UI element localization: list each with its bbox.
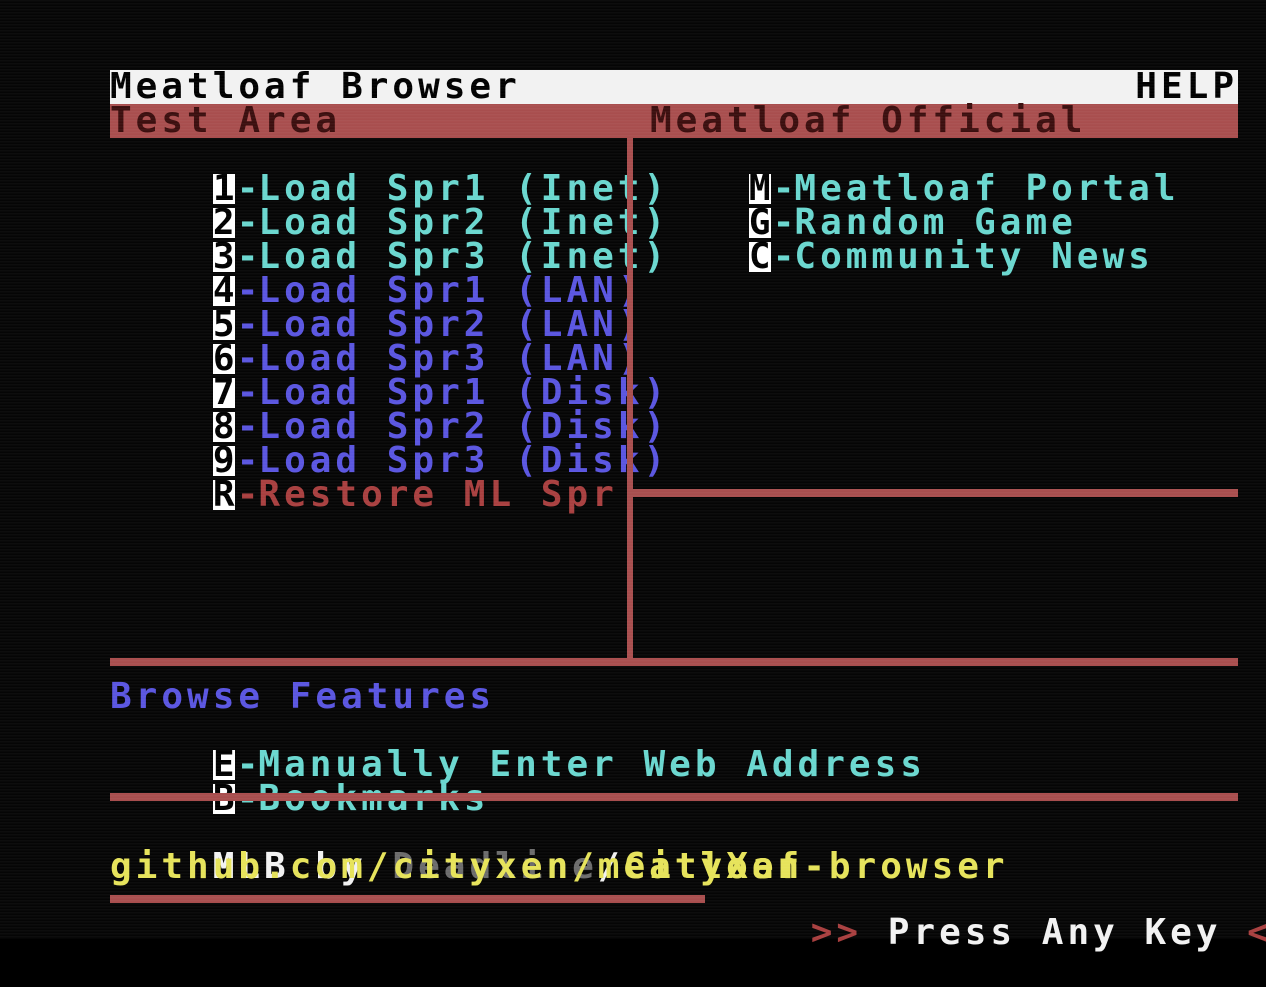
section-divider [110, 658, 1238, 666]
prompt-bar [110, 895, 705, 903]
menu-item-load-spr2-lan[interactable]: 5-Load Spr2 (LAN) [110, 274, 644, 343]
footer-divider [110, 793, 1238, 801]
arrows-left-icon: >> [810, 912, 863, 953]
menu-item-load-spr1-inet[interactable]: 1-Load Spr1 (Inet) [110, 138, 669, 207]
menu-item-bookmarks[interactable]: B-Bookmarks [110, 748, 489, 817]
panel-header-bar: Test Area Meatloaf Official [110, 100, 1238, 141]
menu-item-load-spr3-lan[interactable]: 6-Load Spr3 (LAN) [110, 308, 644, 377]
prompt-text: Press Any Key [862, 912, 1248, 953]
hotkey-c: C [748, 236, 771, 277]
press-any-key-prompt[interactable]: >> Press Any Key << [708, 882, 1266, 951]
menu-item-label: Community News [794, 236, 1154, 277]
right-panel-divider [633, 489, 1238, 497]
c64-screen: Meatloaf Browser HELP Test Area Meatloaf… [0, 0, 1266, 951]
hotkey-r: R [212, 474, 235, 515]
menu-item-load-spr3-disk[interactable]: 9-Load Spr3 (Disk) [110, 410, 669, 479]
help-button[interactable]: HELP [1135, 69, 1238, 105]
menu-item-random-game[interactable]: G-Random Game [646, 172, 1077, 241]
credit-line: MLB by Deadline/CityXen [110, 816, 803, 885]
menu-item-load-spr1-lan[interactable]: 4-Load Spr1 (LAN) [110, 240, 644, 309]
github-url: github.com/cityxen/meatloaf-browser [110, 846, 1009, 887]
title-bar: Meatloaf Browser HELP [110, 66, 1238, 107]
vertical-divider [627, 138, 633, 658]
menu-item-restore-ml-spr[interactable]: R-Restore ML Spr [110, 444, 618, 513]
menu-item-load-spr2-inet[interactable]: 2-Load Spr2 (Inet) [110, 172, 669, 241]
menu-item-load-spr1-disk[interactable]: 7-Load Spr1 (Disk) [110, 342, 669, 411]
menu-item-label: Restore ML Spr [258, 474, 618, 515]
menu-item-enter-web-address[interactable]: E-Manually Enter Web Address [110, 714, 926, 783]
menu-item-load-spr2-disk[interactable]: 8-Load Spr2 (Disk) [110, 376, 669, 445]
menu-item-meatloaf-portal[interactable]: M-Meatloaf Portal [646, 138, 1180, 207]
browse-features-heading: Browse Features [110, 676, 496, 717]
test-area-heading: Test Area [110, 100, 342, 141]
menu-item-load-spr3-inet[interactable]: 3-Load Spr3 (Inet) [110, 206, 669, 275]
menu-item-community-news[interactable]: C-Community News [646, 206, 1154, 275]
meatloaf-official-heading: Meatloaf Official [650, 100, 1087, 141]
app-title: Meatloaf Browser [110, 66, 521, 107]
arrows-right-icon: << [1247, 912, 1266, 953]
